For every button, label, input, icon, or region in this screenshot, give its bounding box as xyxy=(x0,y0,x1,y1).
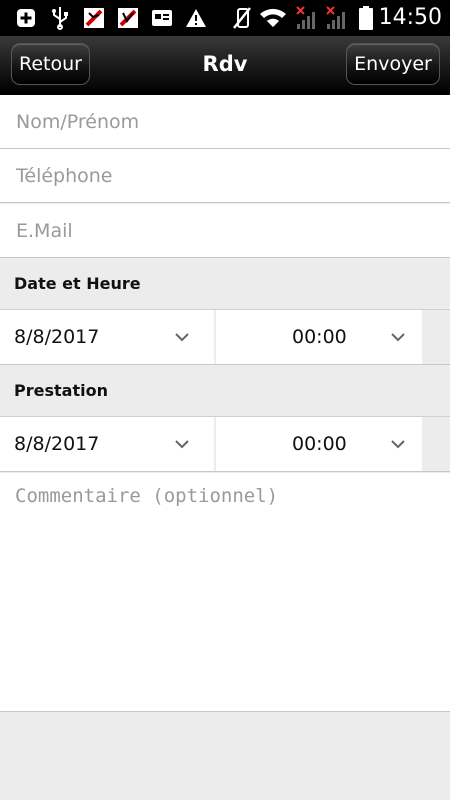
name-field-row xyxy=(0,95,450,149)
status-time: 14:50 xyxy=(378,5,442,30)
blocked-app-icon xyxy=(82,6,106,30)
section-title-prestation: Prestation xyxy=(14,381,108,400)
datetime-row-2: 8/8/2017 00:00 xyxy=(0,417,450,472)
email-field-row xyxy=(0,204,450,258)
page-title: Rdv xyxy=(202,52,248,76)
chevron-down-icon xyxy=(175,333,189,342)
comment-box xyxy=(0,473,450,712)
no-signal-icon xyxy=(294,6,320,30)
section-title-date: Date et Heure xyxy=(14,274,141,293)
datetime-row-1: 8/8/2017 00:00 xyxy=(0,310,450,365)
date-picker-1[interactable]: 8/8/2017 xyxy=(0,310,214,364)
time-value-2: 00:00 xyxy=(292,433,347,455)
section-header-date: Date et Heure xyxy=(0,258,450,310)
time-picker-1[interactable]: 00:00 xyxy=(216,310,422,364)
warning-icon xyxy=(184,6,208,30)
date-picker-2[interactable]: 8/8/2017 xyxy=(0,417,214,471)
section-header-prestation: Prestation xyxy=(0,365,450,417)
time-value-1: 00:00 xyxy=(292,326,347,348)
name-input[interactable] xyxy=(14,95,438,149)
chevron-down-icon xyxy=(391,440,405,449)
phone-field-row xyxy=(0,149,450,203)
chevron-down-icon xyxy=(391,333,405,342)
blocked-app-icon xyxy=(116,6,140,30)
usb-icon xyxy=(48,6,72,30)
email-input[interactable] xyxy=(14,204,438,258)
no-signal-icon xyxy=(324,6,350,30)
battery-icon xyxy=(358,6,374,30)
time-picker-2[interactable]: 00:00 xyxy=(216,417,422,471)
status-bar: 14:50 xyxy=(0,0,450,36)
send-button[interactable]: Envoyer xyxy=(346,43,440,85)
mute-icon xyxy=(230,6,254,30)
plus-icon xyxy=(14,6,38,30)
date-value-2: 8/8/2017 xyxy=(14,433,100,455)
comment-textarea[interactable] xyxy=(13,483,447,707)
action-bar: Retour Rdv Envoyer xyxy=(0,36,450,95)
chevron-down-icon xyxy=(175,440,189,449)
back-button[interactable]: Retour xyxy=(11,43,90,85)
phone-input[interactable] xyxy=(14,149,438,203)
wifi-icon xyxy=(258,6,288,30)
card-icon xyxy=(150,6,174,30)
date-value-1: 8/8/2017 xyxy=(14,326,100,348)
